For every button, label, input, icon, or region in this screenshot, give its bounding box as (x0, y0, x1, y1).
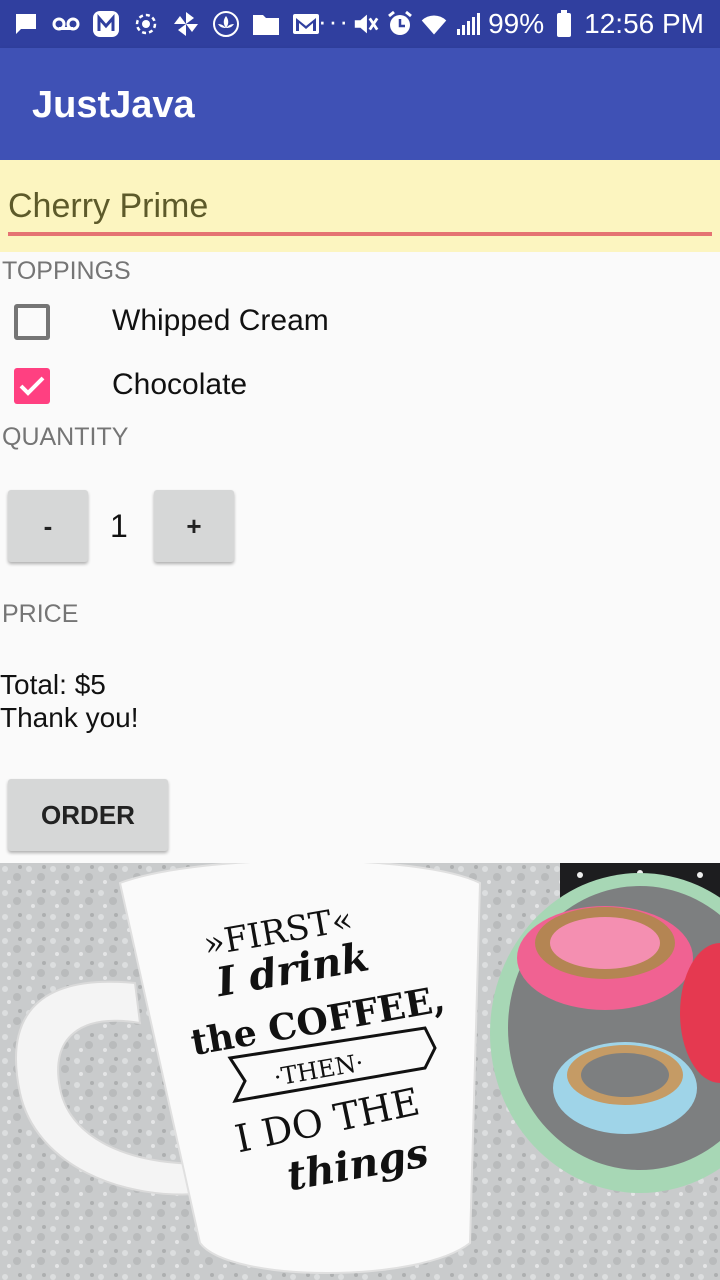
mute-icon (352, 10, 380, 38)
status-bar: ··· 99% 12:56 PM (0, 0, 720, 48)
wifi-icon (420, 10, 448, 38)
clock: 12:56 PM (584, 8, 704, 39)
message-icon (12, 10, 40, 38)
battery-percent: 99% (488, 8, 545, 39)
pinwheel-icon (172, 10, 200, 38)
m-app-icon (92, 10, 120, 38)
increment-button[interactable]: + (154, 490, 234, 562)
voicemail-icon (52, 10, 80, 38)
whipped-cream-checkbox[interactable] (14, 304, 50, 340)
thank-you-message: Thank you! (0, 702, 139, 733)
chocolate-checkbox[interactable] (14, 368, 50, 404)
whipped-cream-label[interactable]: Whipped Cream (112, 304, 329, 338)
coffee-mug-photo: »FIRST« I drink the COFFEE, ·THEN· I DO … (0, 863, 720, 1280)
price-label: PRICE (2, 600, 79, 628)
chocolate-label[interactable]: Chocolate (112, 368, 247, 402)
whipped-cream-checkbox-row[interactable]: Whipped Cream (0, 292, 720, 352)
gmail-icon (292, 10, 320, 38)
signal-icon (454, 10, 482, 38)
order-button[interactable]: ORDER (8, 779, 168, 851)
folder-icon (252, 10, 280, 38)
lotus-icon (212, 10, 240, 38)
name-input[interactable] (8, 182, 712, 230)
quantity-value: 1 (110, 508, 128, 544)
decrement-button[interactable]: - (8, 490, 88, 562)
name-input-underline (8, 232, 712, 236)
hotspot-icon (132, 10, 160, 38)
checkmark-icon (19, 376, 45, 396)
system-icons: 99% 12:56 PM (352, 8, 704, 40)
app-screen: ··· 99% 12:56 PM JustJava Cherry Prime T… (0, 0, 720, 1280)
alarm-icon (386, 10, 414, 38)
app-bar: JustJava (0, 48, 720, 160)
more-notifications-icon: ··· (318, 6, 350, 36)
quantity-label: QUANTITY (2, 423, 129, 451)
toppings-label: TOPPINGS (2, 257, 131, 285)
chocolate-checkbox-row[interactable]: Chocolate (0, 356, 720, 416)
name-field-container (0, 160, 720, 252)
order-total: Total: $5 (0, 669, 106, 700)
battery-icon (550, 10, 578, 38)
app-title: JustJava (32, 84, 195, 126)
notification-icons (12, 10, 320, 38)
